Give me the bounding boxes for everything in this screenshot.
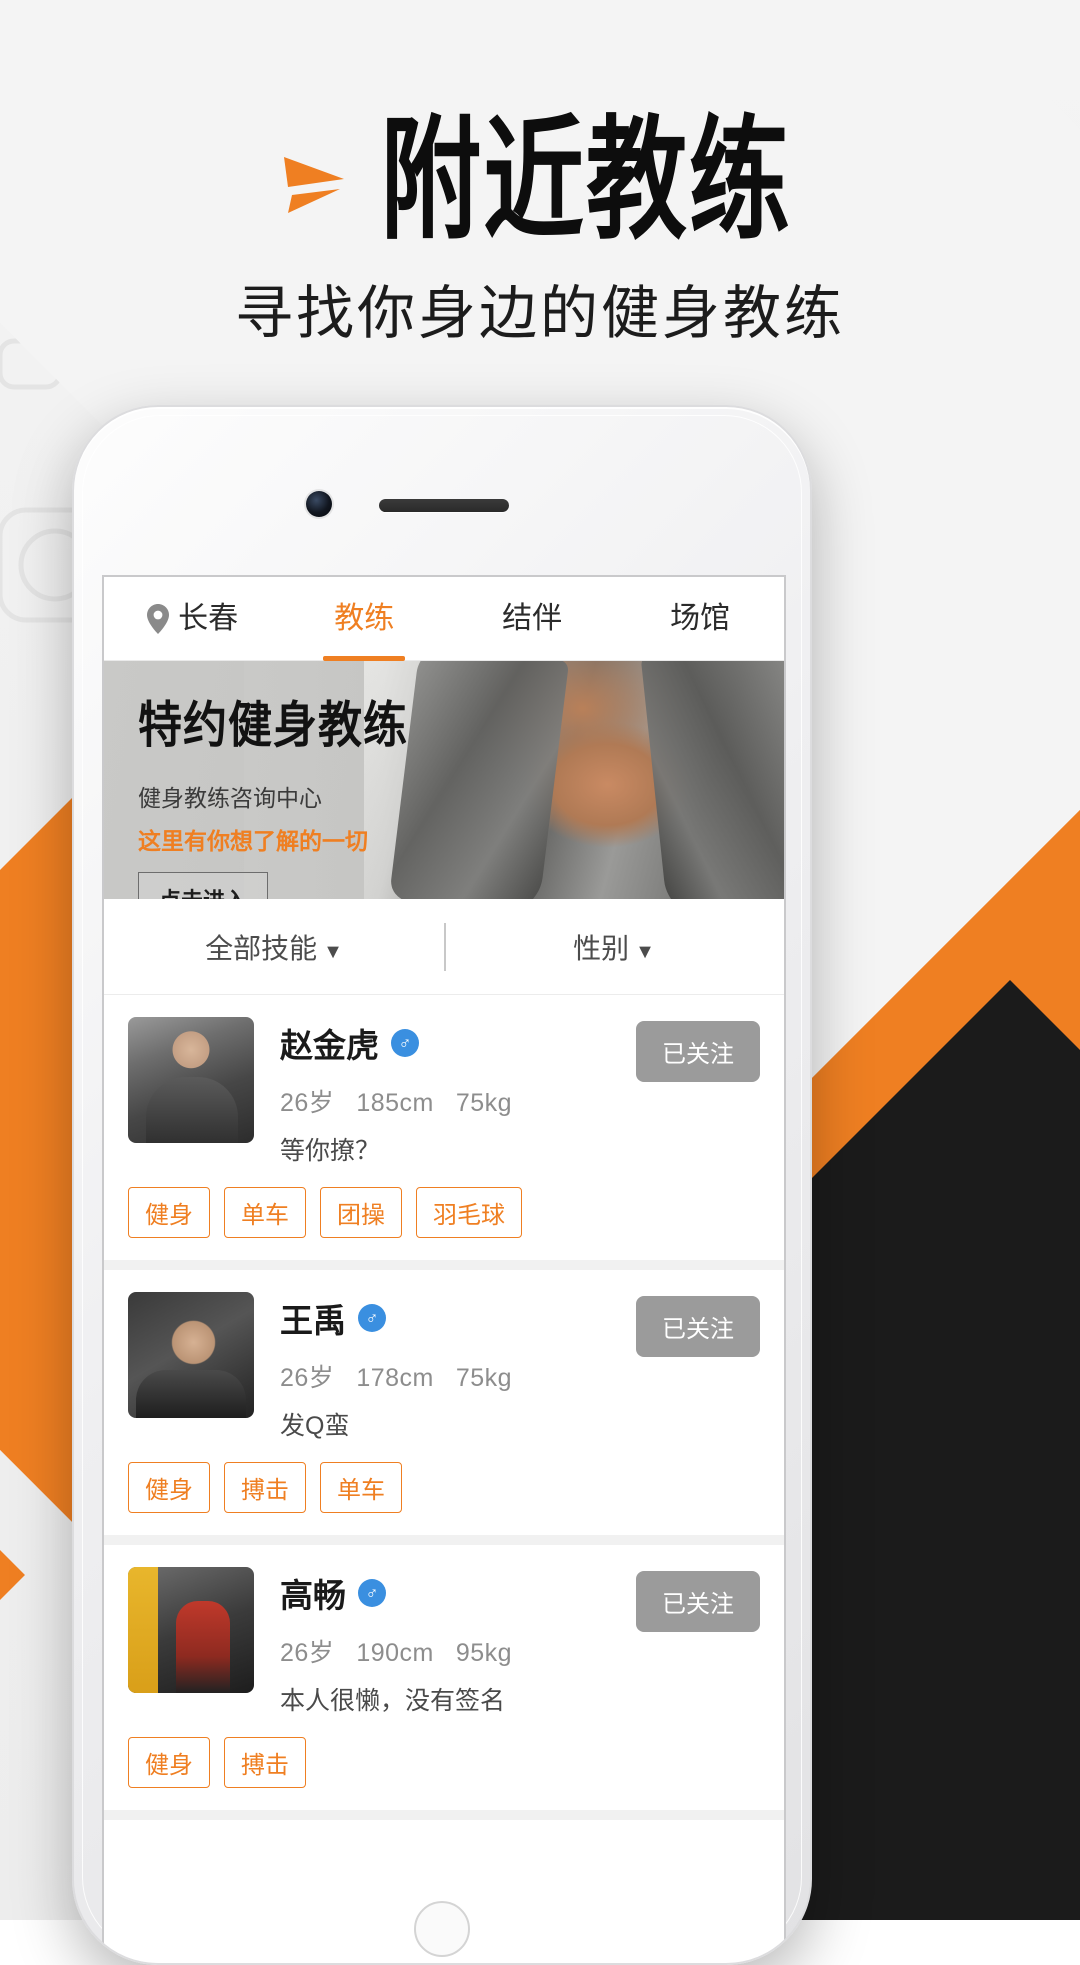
filter-bar: 全部技能 ▼ 性别 ▼: [104, 899, 784, 995]
skill-tag[interactable]: 健身: [128, 1462, 210, 1513]
page-subtitle: 寻找你身边的健身教练: [234, 281, 845, 346]
coach-tags: 健身 搏击 单车: [104, 1448, 784, 1535]
chevron-down-icon: ▼: [323, 940, 343, 963]
coach-signature: 等你撩？: [280, 1137, 381, 1165]
list-item[interactable]: 高畅 ♂ 26岁 190cm 95kg 本人很懒，没有签名 已关注 健身 搏击: [104, 1545, 784, 1820]
tab-venue-label: 场馆: [670, 601, 731, 635]
list-item[interactable]: 赵金虎 ♂ 26岁 185cm 75kg 等你撩？ 已关注 健身 单车 团操 羽毛球: [104, 995, 784, 1270]
coach-age: 26岁: [280, 1639, 335, 1667]
coach-name: 王禹: [280, 1302, 346, 1339]
tab-venue[interactable]: 场馆: [616, 577, 784, 661]
list-item[interactable]: 王禹 ♂ 26岁 178cm 75kg 发Q蛮 已关注 健身 搏击 单车: [104, 1270, 784, 1545]
location-pin-icon: [147, 603, 170, 634]
filter-gender[interactable]: 性别 ▼: [444, 927, 784, 967]
chevron-down-icon: ▼: [635, 940, 655, 963]
tab-partner-label: 结伴: [502, 601, 563, 635]
earpiece-speaker: [379, 499, 509, 512]
coach-stats: 26岁 178cm 75kg: [280, 1358, 760, 1394]
follow-button[interactable]: 已关注: [636, 1021, 760, 1082]
poster-headline-block: 附近教练 寻找你身边的健身教练: [0, 113, 1080, 350]
coach-stats: 26岁 190cm 95kg: [280, 1633, 760, 1669]
banner-content: 特约健身教练 健身教练咨询中心 这里有你想了解的一切 点击进入: [104, 661, 784, 899]
skill-tag[interactable]: 搏击: [224, 1737, 306, 1788]
app-tab-bar: 长春 教练 结伴 场馆: [104, 577, 784, 661]
coach-row: 赵金虎 ♂ 26岁 185cm 75kg 等你撩？ 已关注: [104, 995, 784, 1173]
coach-stats: 26岁 185cm 75kg: [280, 1083, 760, 1119]
coach-tags: 健身 单车 团操 羽毛球: [104, 1173, 784, 1260]
follow-button[interactable]: 已关注: [636, 1296, 760, 1357]
skill-tag[interactable]: 搏击: [224, 1462, 306, 1513]
coach-signature: 发Q蛮: [280, 1412, 350, 1440]
skill-tag[interactable]: 团操: [320, 1187, 402, 1238]
coach-signature: 本人很懒，没有签名: [280, 1687, 506, 1715]
avatar[interactable]: [128, 1567, 254, 1693]
filter-skill[interactable]: 全部技能 ▼: [104, 927, 444, 967]
coach-name: 高畅: [280, 1577, 346, 1614]
filter-divider: [444, 923, 446, 971]
coach-list: 赵金虎 ♂ 26岁 185cm 75kg 等你撩？ 已关注 健身 单车 团操 羽毛球: [104, 995, 784, 1820]
coach-weight: 95kg: [455, 1639, 513, 1667]
home-button[interactable]: [414, 1901, 470, 1957]
tab-coach-label: 教练: [334, 601, 395, 635]
coach-age: 26岁: [280, 1089, 335, 1117]
skill-tag[interactable]: 单车: [320, 1462, 402, 1513]
avatar[interactable]: [128, 1017, 254, 1143]
page-title: 附近教练: [380, 101, 792, 259]
coach-row: 王禹 ♂ 26岁 178cm 75kg 发Q蛮 已关注: [104, 1270, 784, 1448]
skill-tag[interactable]: 单车: [224, 1187, 306, 1238]
phone-mockup: 长春 教练 结伴 场馆 特约健身教练 健身教练咨询中心 这里有你想了解的一切 点…: [72, 405, 812, 1965]
coach-tags: 健身 搏击: [104, 1723, 784, 1810]
coach-weight: 75kg: [455, 1364, 513, 1392]
coach-row: 高畅 ♂ 26岁 190cm 95kg 本人很懒，没有签名 已关注: [104, 1545, 784, 1723]
avatar[interactable]: [128, 1292, 254, 1418]
follow-button[interactable]: 已关注: [636, 1571, 760, 1632]
gender-male-icon: ♂: [358, 1304, 386, 1332]
banner-line-1: 健身教练咨询中心: [138, 785, 322, 811]
promo-banner[interactable]: 特约健身教练 健身教练咨询中心 这里有你想了解的一切 点击进入: [104, 661, 784, 899]
skill-tag[interactable]: 健身: [128, 1187, 210, 1238]
banner-title: 特约健身教练: [138, 697, 408, 755]
coach-name: 赵金虎: [280, 1027, 379, 1064]
coach-height: 178cm: [356, 1364, 434, 1392]
phone-screen: 长春 教练 结伴 场馆 特约健身教练 健身教练咨询中心 这里有你想了解的一切 点…: [104, 577, 784, 1963]
coach-age: 26岁: [280, 1364, 335, 1392]
coach-height: 190cm: [356, 1639, 434, 1667]
filter-gender-label: 性别: [573, 932, 630, 964]
double-arrow-icon: [283, 157, 344, 213]
tab-city[interactable]: 长春: [104, 577, 280, 661]
coach-weight: 75kg: [455, 1089, 513, 1117]
filter-skill-label: 全部技能: [205, 932, 318, 964]
tab-city-label: 长春: [178, 601, 239, 635]
skill-tag[interactable]: 羽毛球: [416, 1187, 522, 1238]
skill-tag[interactable]: 健身: [128, 1737, 210, 1788]
banner-enter-button[interactable]: 点击进入: [138, 872, 269, 899]
banner-line-2: 这里有你想了解的一切: [138, 828, 368, 854]
gender-male-icon: ♂: [391, 1029, 419, 1057]
gender-male-icon: ♂: [358, 1579, 386, 1607]
front-camera-icon: [306, 491, 332, 517]
tab-coach[interactable]: 教练: [280, 577, 448, 661]
coach-height: 185cm: [356, 1089, 434, 1117]
tab-partner[interactable]: 结伴: [448, 577, 616, 661]
